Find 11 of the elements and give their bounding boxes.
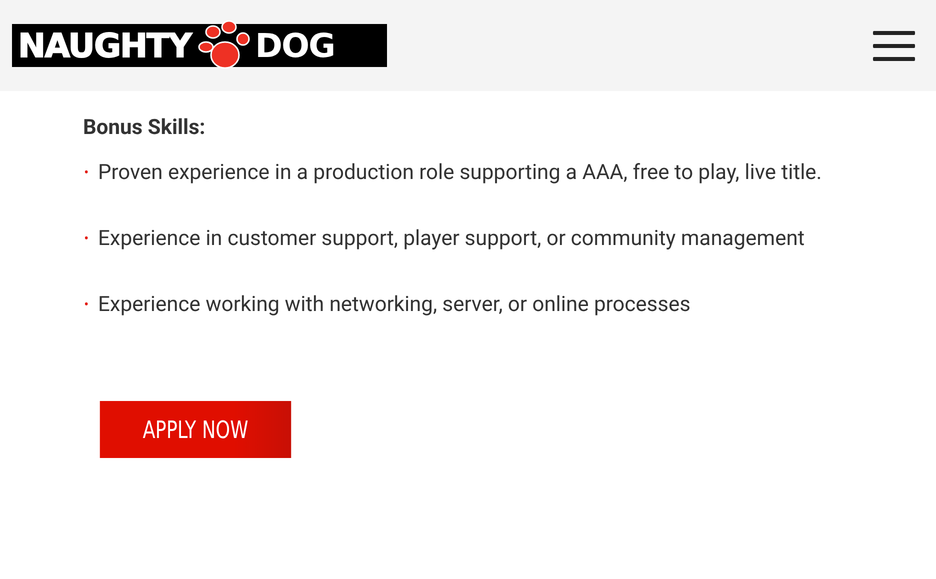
menu-icon[interactable] bbox=[873, 30, 915, 60]
bullet-mark: • bbox=[83, 230, 90, 249]
bullet-mark: • bbox=[83, 296, 90, 315]
apply-button[interactable]: APPLY NOW bbox=[100, 401, 292, 458]
list-item-text: Experience in customer support, player support, or community management bbox=[98, 226, 806, 253]
list-item-text: Experience working with networking, server, or online processes bbox=[98, 292, 692, 319]
logo-text: DOG bbox=[255, 29, 335, 62]
logo-text: NAUGHTY bbox=[17, 29, 192, 62]
bullet-mark: • bbox=[83, 164, 90, 183]
section-heading: Bonus Skills: bbox=[83, 115, 206, 142]
list-item-text: Proven experience in a production role supporting a AAA, free to play, live title. bbox=[98, 160, 823, 187]
